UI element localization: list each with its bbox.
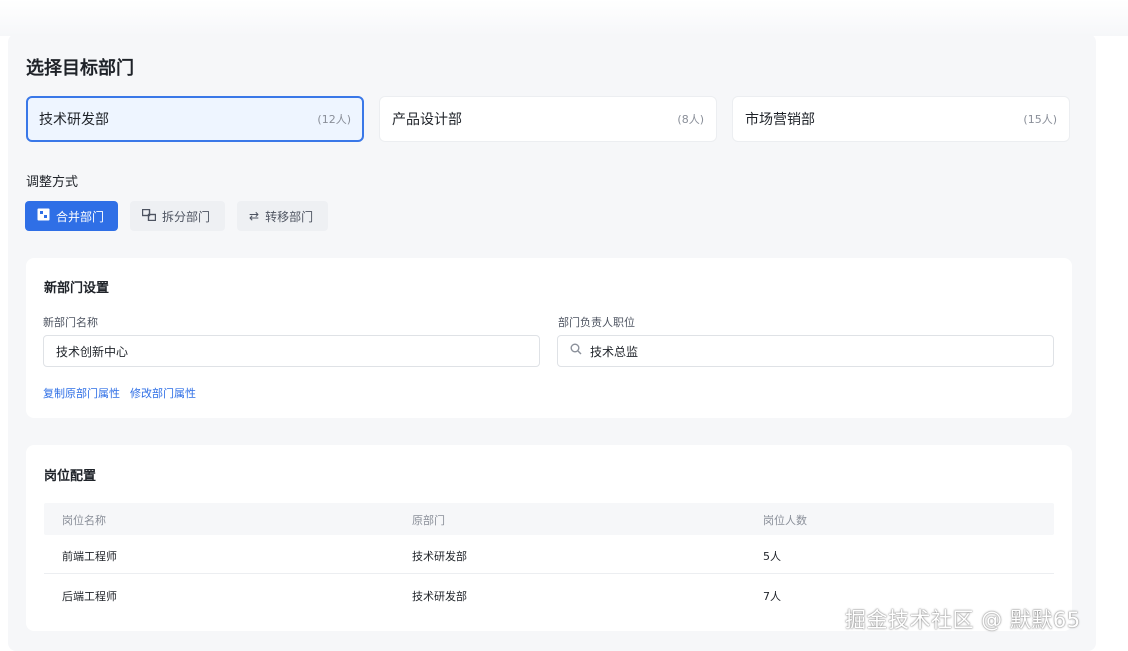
edit-attributes-link[interactable]: 修改部门属性	[130, 385, 196, 401]
dept-card-marketing[interactable]: 市场营销部 (15人)	[732, 96, 1070, 142]
split-dept-label: 拆分部门	[162, 209, 211, 224]
new-dept-title: 新部门设置	[44, 281, 110, 296]
transfer-icon: ⇄	[249, 209, 260, 223]
merge-dept-label: 合并部门	[56, 209, 105, 224]
new-dept-name-input[interactable]: 技术创新中心	[43, 335, 540, 367]
position-count: 5人	[763, 550, 781, 563]
page-title: 选择目标部门	[26, 58, 134, 79]
merge-dept-button[interactable]: 合并部门	[25, 201, 118, 231]
new-dept-name-value: 技术创新中心	[56, 344, 129, 359]
dept-count: (15人)	[1023, 113, 1057, 126]
leader-position-label: 部门负责人职位	[558, 316, 635, 329]
dept-count: (8人)	[677, 113, 704, 126]
position-count: 7人	[763, 590, 781, 603]
split-icon	[141, 208, 157, 224]
adjust-mode-label: 调整方式	[26, 175, 79, 190]
merge-icon	[37, 208, 50, 224]
table-header: 岗位名称 原部门 岗位人数	[44, 503, 1054, 535]
dept-card-product[interactable]: 产品设计部 (8人)	[379, 96, 717, 142]
position-name: 前端工程师	[62, 550, 117, 563]
transfer-dept-label: 转移部门	[265, 209, 314, 224]
leader-position-input[interactable]: 技术总监	[557, 335, 1054, 367]
column-header: 岗位名称	[62, 514, 106, 527]
dept-name: 技术研发部	[39, 112, 109, 128]
position-source-dept: 技术研发部	[412, 590, 467, 603]
watermark: 掘金技术社区 @ 默默65	[845, 608, 1081, 632]
leader-position-value: 技术总监	[590, 344, 639, 359]
search-icon	[570, 343, 582, 359]
dept-count: (12人)	[317, 113, 351, 126]
split-dept-button[interactable]: 拆分部门	[130, 201, 225, 231]
transfer-dept-button[interactable]: ⇄ 转移部门	[237, 201, 328, 231]
dept-name: 产品设计部	[392, 112, 462, 128]
positions-title: 岗位配置	[44, 469, 97, 484]
copy-attributes-link[interactable]: 复制原部门属性	[43, 385, 120, 401]
dept-card-tech[interactable]: 技术研发部 (12人)	[26, 96, 364, 142]
dept-name: 市场营销部	[745, 112, 815, 128]
new-dept-name-label: 新部门名称	[43, 316, 98, 329]
new-dept-card: 新部门设置 新部门名称 技术创新中心 部门负责人职位 技术总监 复制原部门属性 …	[26, 258, 1072, 418]
column-header: 岗位人数	[763, 514, 807, 527]
table-row: 前端工程师 技术研发部 5人	[44, 534, 1054, 574]
top-band	[0, 0, 1128, 36]
position-source-dept: 技术研发部	[412, 550, 467, 563]
column-header: 原部门	[412, 514, 445, 527]
position-name: 后端工程师	[62, 590, 117, 603]
